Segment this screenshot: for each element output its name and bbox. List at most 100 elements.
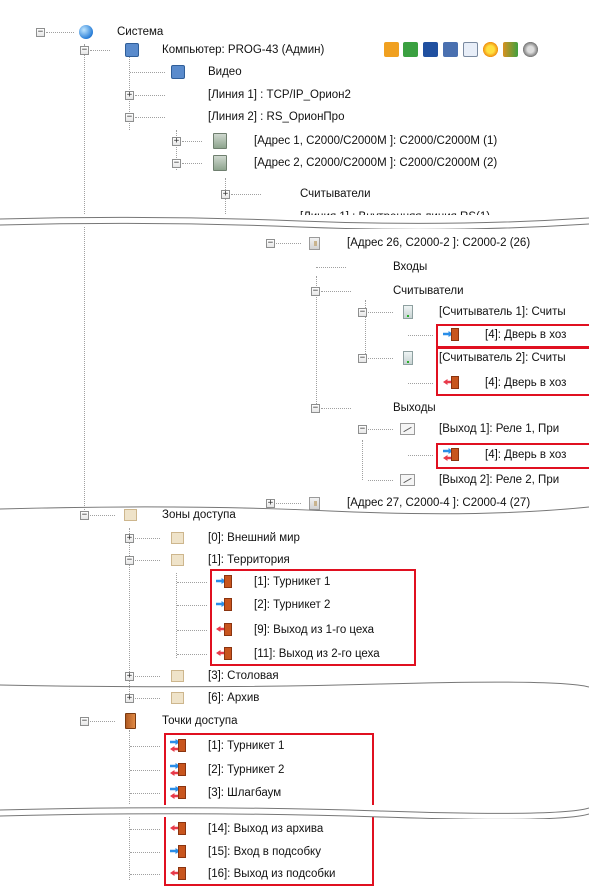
expand-toggle[interactable]: + [125,534,134,543]
tree-row-reader2-door[interactable]: [4]: Дверь в хоз [0,373,589,393]
tree-row-z1-item2[interactable]: [2]: Турникет 2 [0,595,589,615]
zone-icon [171,692,184,704]
users-icon[interactable] [503,42,518,57]
tree-label-ap3: [3]: Шлагбаум [208,787,282,799]
torn-edge [0,805,589,819]
collapse-toggle[interactable]: − [358,425,367,434]
tree-label-readers2: Считыватели [393,285,464,297]
server-icon[interactable] [423,42,438,57]
expand-toggle[interactable]: + [125,694,134,703]
collapse-toggle[interactable]: − [172,159,181,168]
entry-exit-door-icon [170,785,186,800]
tree-row-reader1[interactable]: − [Считыватель 1]: Считы [0,302,589,322]
collapse-toggle[interactable]: − [311,404,320,413]
tree-row-line2[interactable]: − [Линия 2] : RS_ОрионПро [0,107,589,127]
arrow-icon[interactable] [384,42,399,57]
tree-label-zone6: [6]: Архив [208,692,260,704]
tree-row-zone0[interactable]: + [0]: Внешний мир [0,528,589,548]
highlight-box [436,324,589,348]
monitor-icon[interactable] [403,42,418,57]
tree-label-addr1: [Адрес 1, С2000/С2000М ]: С2000/С2000М (… [254,135,498,147]
tree-row-access-points[interactable]: − Точки доступа [0,711,589,731]
tree-row-z1-item1[interactable]: [1]: Турникет 1 [0,572,589,592]
tree-row-outputs[interactable]: − Выходы [0,398,589,418]
tree-row-addr1[interactable]: + [Адрес 1, С2000/С2000М ]: С2000/С2000М… [0,131,589,151]
collapse-toggle[interactable]: − [80,511,89,520]
tree-label-ap15: [15]: Вход в подсобку [208,846,321,858]
tree-label-ap16: [16]: Выход из подсобки [208,868,336,880]
collapse-toggle[interactable]: − [311,287,320,296]
tree-row-output1[interactable]: − [Выход 1]: Реле 1, При [0,419,589,439]
entry-exit-door-icon [170,738,186,753]
tree-row-ap2[interactable]: [2]: Турникет 2 [0,760,589,780]
tree-row-z1-item4[interactable]: [11]: Выход из 2-го цеха [0,644,589,664]
tree-label-access-points: Точки доступа [162,715,238,727]
tree-row-zones[interactable]: − Зоны доступа [0,505,589,525]
controller-icon [213,133,227,149]
tree-label-zones: Зоны доступа [162,509,236,521]
tree-row-output2[interactable]: [Выход 2]: Реле 2, При [0,470,589,490]
relay-icon [400,474,415,486]
expand-toggle[interactable]: + [125,91,134,100]
tree-label-computer: Компьютер: PROG-43 (Админ) [162,44,325,56]
tree-row-ap16[interactable]: [16]: Выход из подсобки [0,864,589,884]
tree-row-addr2[interactable]: − [Адрес 2, С2000/С2000М ]: С2000/С2000М… [0,153,589,173]
tree-label-outputs: Выходы [393,402,436,414]
tree-label-addr2: [Адрес 2, С2000/С2000М ]: С2000/С2000М (… [254,157,498,169]
controller-icon [213,155,227,171]
tree-label-video: Видео [208,66,242,78]
tree-label-inputs: Входы [393,261,428,273]
tree-label-ap2: [2]: Турникет 2 [208,764,285,776]
collapse-toggle[interactable]: − [125,113,134,122]
globe-icon [79,25,93,39]
tree-label-z1-item2: [2]: Турникет 2 [254,599,331,611]
tree-row-video[interactable]: Видео [0,62,589,82]
tree-label-z1-item3: [9]: Выход из 1-го цеха [254,624,375,636]
collapse-toggle[interactable]: − [80,46,89,55]
tree-row-ap3[interactable]: [3]: Шлагбаум [0,783,589,803]
collapse-toggle[interactable]: − [266,239,275,248]
sun-icon[interactable] [483,42,498,57]
tree-row-addr26[interactable]: − [Адрес 26, С2000-2 ]: С2000-2 (26) [0,233,589,253]
collapse-toggle[interactable]: − [125,556,134,565]
tree-row-ap15[interactable]: [15]: Вход в подсобку [0,842,589,862]
tree-label-output1: [Выход 1]: Реле 1, При [439,423,560,435]
relay-icon [400,423,415,435]
tree-row-computer[interactable]: − Компьютер: PROG-43 (Админ) [0,40,589,60]
tree-label-zone0: [0]: Внешний мир [208,532,300,544]
collapse-toggle[interactable]: − [358,308,367,317]
exit-door-icon [216,646,232,661]
tree-row-readers[interactable]: + Считыватели [0,184,589,204]
video-icon [171,65,185,79]
tree-row-system[interactable]: − Система [0,22,589,42]
tree-label-ap14: [14]: Выход из архива [208,823,324,835]
tree-row-inputs[interactable]: Входы [0,257,589,277]
database-icon[interactable] [443,42,458,57]
tree-row-zone6[interactable]: + [6]: Архив [0,688,589,708]
tree-row-readers2[interactable]: − Считыватели [0,281,589,301]
tree-row-zone1[interactable]: − [1]: Территория [0,550,589,570]
disk-icon[interactable] [523,42,538,57]
exit-door-icon [170,821,186,836]
tree-label-system: Система [117,26,164,38]
tree-label-reader1: [Считыватель 1]: Считы [439,306,566,318]
collapse-toggle[interactable]: − [80,717,89,726]
expand-toggle[interactable]: + [125,672,134,681]
tree-row-ap1[interactable]: [1]: Турникет 1 [0,736,589,756]
reader-icon [403,305,413,319]
tree-row-line1[interactable]: + [Линия 1] : TCP/IP_Орион2 [0,85,589,105]
tree-row-output1-door[interactable]: [4]: Дверь в хоз [0,445,589,465]
exit-door-icon [216,622,232,637]
expand-toggle[interactable]: + [172,137,181,146]
entry-door-icon [216,597,232,612]
collapse-toggle[interactable]: − [358,354,367,363]
expand-toggle[interactable]: + [221,190,230,199]
tree-label-z1-item4: [11]: Выход из 2-го цеха [254,648,380,660]
exit-door-icon [170,866,186,881]
document-icon[interactable] [463,42,478,57]
device-icon [309,237,320,250]
collapse-toggle[interactable]: − [36,28,45,37]
tree-label-addr26: [Адрес 26, С2000-2 ]: С2000-2 (26) [347,237,531,249]
tree-row-z1-item3[interactable]: [9]: Выход из 1-го цеха [0,620,589,640]
tree-row-ap14[interactable]: [14]: Выход из архива [0,819,589,839]
